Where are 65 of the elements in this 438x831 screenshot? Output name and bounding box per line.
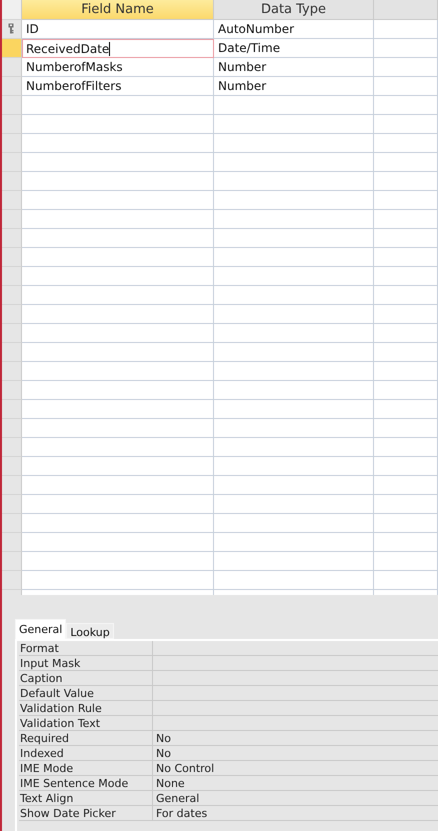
table-cell (374, 476, 438, 495)
property-label: IME Sentence Mode (20, 776, 128, 790)
tab[interactable]: Lookup (66, 623, 114, 639)
table-cell (374, 533, 438, 552)
tab[interactable]: General (15, 619, 66, 639)
table-cell (374, 571, 438, 590)
table-cell: NumberofMasks (22, 58, 214, 77)
property-label: Validation Rule (20, 702, 102, 714)
table-cell (374, 96, 438, 115)
property-label: Default Value (20, 686, 94, 700)
table-cell (374, 286, 438, 305)
property-value[interactable]: No Control (156, 762, 214, 774)
property-label: Indexed (20, 746, 64, 760)
table-cell (374, 153, 438, 172)
property-label: IME Mode (20, 762, 74, 774)
property-label: Text Align (20, 792, 74, 804)
table-cell (374, 381, 438, 400)
property-label: Required (20, 732, 69, 744)
table-cell (374, 229, 438, 248)
table-cell (374, 134, 438, 153)
select-all-corner[interactable] (2, 0, 22, 20)
column-header[interactable]: Field Name (22, 0, 214, 20)
property-label: Format (20, 642, 59, 654)
property-value[interactable]: General (156, 792, 200, 804)
property-value[interactable]: None (156, 776, 185, 790)
table-cell (374, 172, 438, 191)
table-cell (374, 305, 438, 324)
key-icon (8, 23, 14, 34)
table-cell: Number (214, 58, 374, 77)
property-label: Show Date Picker (20, 806, 116, 820)
property-label: Caption (20, 672, 62, 684)
column-header[interactable]: Data Type (214, 0, 374, 20)
table-cell (374, 20, 438, 39)
table-cell (374, 362, 438, 381)
table-cell (374, 191, 438, 210)
row-selector[interactable] (2, 20, 22, 39)
property-label: Validation Text (20, 716, 100, 730)
text-cursor (109, 42, 110, 56)
table-cell (374, 514, 438, 533)
table-cell: Date/Time (214, 39, 374, 58)
table-cell (374, 419, 438, 438)
property-value[interactable]: For dates (156, 806, 208, 820)
table-cell (374, 77, 438, 96)
table-cell (374, 210, 438, 229)
table-cell (374, 115, 438, 134)
table-cell: AutoNumber (214, 20, 374, 39)
column-header[interactable] (374, 0, 438, 20)
property-value[interactable]: No (156, 732, 171, 744)
property-label: Input Mask (20, 656, 80, 670)
table-cell (374, 248, 438, 267)
table-cell (374, 58, 438, 77)
table-cell (374, 267, 438, 286)
table-cell (374, 495, 438, 514)
table-cell (374, 343, 438, 362)
table-cell: Number (214, 77, 374, 96)
table-cell (374, 400, 438, 419)
table-cell (374, 552, 438, 571)
table-cell (374, 457, 438, 476)
table-cell: ID (22, 20, 214, 39)
text-field[interactable]: ReceivedDate (22, 39, 214, 58)
table-cell (374, 39, 438, 58)
property-value[interactable]: No (156, 746, 171, 760)
table-cell (374, 438, 438, 457)
table-cell: NumberofFilters (22, 77, 214, 96)
table-cell (374, 324, 438, 343)
